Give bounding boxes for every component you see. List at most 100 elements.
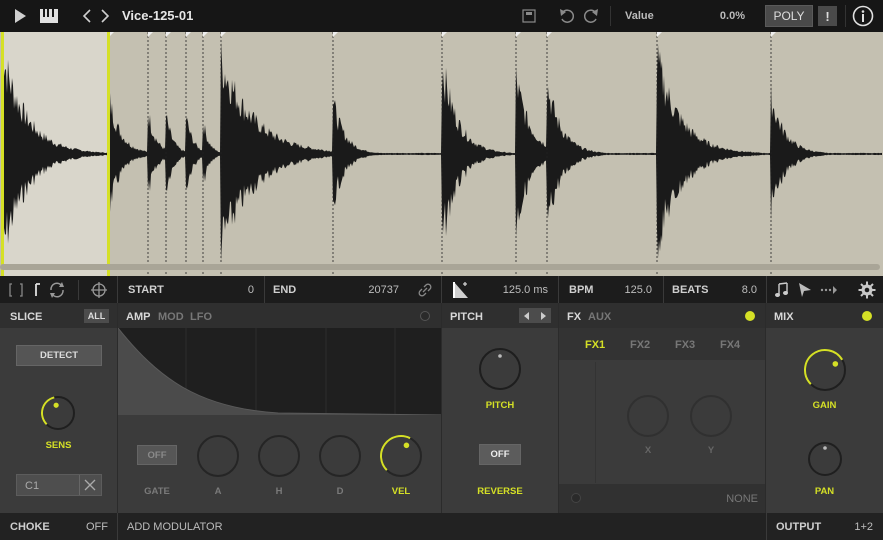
pitch-label: PITCH xyxy=(485,400,515,411)
reverse-toggle[interactable]: OFF xyxy=(479,444,521,465)
fx-footer: NONE xyxy=(559,484,765,513)
waveform-scrollbar[interactable] xyxy=(0,264,880,270)
output-value[interactable]: 1+2 xyxy=(835,521,873,533)
bpm-label: BPM xyxy=(569,284,594,296)
fx-divider xyxy=(595,362,596,483)
gain-knob[interactable] xyxy=(801,346,849,394)
choke-value[interactable]: OFF xyxy=(70,521,108,533)
fx-slot-row: FX1 FX2 FX3 FX4 xyxy=(559,328,765,360)
fx-power-led[interactable] xyxy=(745,311,755,321)
add-modulator-button[interactable]: ADD MODULATOR xyxy=(127,521,223,533)
time-value[interactable]: 125.0 ms xyxy=(480,284,548,296)
redo-icon[interactable] xyxy=(582,6,600,26)
envelope-graph[interactable] xyxy=(118,328,441,415)
left-arrow-icon xyxy=(524,311,529,320)
tab-mod[interactable]: MOD xyxy=(158,311,184,323)
mix-power-led[interactable] xyxy=(862,311,872,321)
velocity-label: VEL xyxy=(391,486,411,497)
value-label: Value xyxy=(625,10,654,22)
tab-fx[interactable]: FX xyxy=(567,311,581,323)
right-arrow-icon xyxy=(541,311,546,320)
tab-lfo[interactable]: LFO xyxy=(190,311,212,323)
output-label: OUTPUT xyxy=(776,521,822,533)
link-icon[interactable] xyxy=(416,281,434,302)
drag-arrow-icon[interactable] xyxy=(798,282,812,301)
hold-knob[interactable] xyxy=(256,433,302,479)
fx-slot-1[interactable]: FX1 xyxy=(585,339,605,351)
info-icon[interactable] xyxy=(852,5,874,27)
music-note-icon[interactable] xyxy=(774,281,790,302)
attack-label: A xyxy=(214,486,222,497)
pitch-mode-switch[interactable] xyxy=(519,308,551,323)
warning-button[interactable]: ! xyxy=(818,6,837,26)
sens-knob[interactable] xyxy=(38,393,80,435)
waveform-display[interactable] xyxy=(0,32,883,276)
choke-label: CHOKE xyxy=(10,521,50,533)
decay-knob[interactable] xyxy=(317,433,363,479)
slice-panel: SLICE ALL DETECT SENS C1 xyxy=(0,303,117,513)
velocity-knob[interactable] xyxy=(378,433,424,479)
amp-power-led[interactable] xyxy=(420,311,430,321)
fx-slot-2[interactable]: FX2 xyxy=(630,339,650,351)
waveform-canvas[interactable] xyxy=(0,32,883,276)
end-value[interactable]: 20737 xyxy=(340,284,399,296)
beats-label: BEATS xyxy=(672,284,709,296)
sample-title: Vice-125-01 xyxy=(122,8,194,23)
pitch-panel: PITCH PITCH OFF REVERSE xyxy=(442,303,558,513)
slice-end-marker xyxy=(107,32,110,276)
fx-x-knob[interactable] xyxy=(625,393,671,439)
pan-label: PAN xyxy=(814,486,835,497)
next-chevron-icon[interactable] xyxy=(98,6,112,26)
pitch-knob[interactable] xyxy=(477,346,523,392)
poly-button[interactable]: POLY xyxy=(765,5,813,27)
fx-slot-4[interactable]: FX4 xyxy=(720,339,740,351)
end-label: END xyxy=(273,284,297,296)
fx-preset-none[interactable]: NONE xyxy=(726,493,758,505)
fx-chain-led[interactable] xyxy=(571,493,581,503)
pan-knob[interactable] xyxy=(805,439,845,479)
start-value[interactable]: 0 xyxy=(200,284,254,296)
hold-label: H xyxy=(275,486,283,497)
slice-panel-header: SLICE ALL xyxy=(0,303,117,328)
fade-icon[interactable] xyxy=(452,280,470,303)
fx-x-label: X xyxy=(644,445,652,456)
gate-toggle[interactable]: OFF xyxy=(137,445,177,465)
reverse-label: REVERSE xyxy=(477,486,523,497)
toolbar-divider xyxy=(610,6,611,26)
note-field[interactable]: C1 xyxy=(16,474,102,496)
pitch-panel-header: PITCH xyxy=(442,303,558,328)
play-icon[interactable] xyxy=(10,6,30,26)
all-button[interactable]: ALL xyxy=(84,309,109,323)
mix-title: MIX xyxy=(774,311,794,323)
note-value: C1 xyxy=(25,480,40,492)
fx-y-label: Y xyxy=(707,445,715,456)
bpm-value[interactable]: 125.0 xyxy=(610,284,652,296)
attack-knob[interactable] xyxy=(195,433,241,479)
keyboard-icon[interactable] xyxy=(38,6,60,26)
dots-arrow-icon[interactable] xyxy=(820,285,838,298)
mix-panel: MIX GAIN PAN xyxy=(766,303,883,513)
slice-start-marker xyxy=(1,32,4,276)
settings-gear-icon[interactable] xyxy=(858,281,876,302)
undo-icon[interactable] xyxy=(558,6,576,26)
fx-panel: FX AUX FX1 FX2 FX3 FX4 X Y NONE xyxy=(559,303,765,513)
tab-aux[interactable]: AUX xyxy=(588,311,611,323)
value-readout: 0.0% xyxy=(719,10,745,22)
slice-marker-icon[interactable] xyxy=(32,282,44,301)
start-label: START xyxy=(128,284,164,296)
close-icon[interactable] xyxy=(83,478,97,495)
top-toolbar: Vice-125-01 Value 0.0% POLY ! xyxy=(0,0,883,32)
save-icon[interactable] xyxy=(520,6,538,26)
bottom-bar: CHOKE OFF ADD MODULATOR OUTPUT 1+2 xyxy=(0,513,883,540)
tab-amp[interactable]: AMP xyxy=(126,311,150,323)
detect-button[interactable]: DETECT xyxy=(16,345,102,366)
fx-slot-3[interactable]: FX3 xyxy=(675,339,695,351)
previous-chevron-icon[interactable] xyxy=(80,6,94,26)
beats-value[interactable]: 8.0 xyxy=(720,284,757,296)
loop-icon[interactable] xyxy=(48,281,66,302)
gate-label: GATE xyxy=(144,486,170,497)
fx-y-knob[interactable] xyxy=(688,393,734,439)
slice-title: SLICE xyxy=(10,311,43,323)
bracket-icon[interactable] xyxy=(8,282,24,301)
crosshair-icon[interactable] xyxy=(90,281,108,302)
